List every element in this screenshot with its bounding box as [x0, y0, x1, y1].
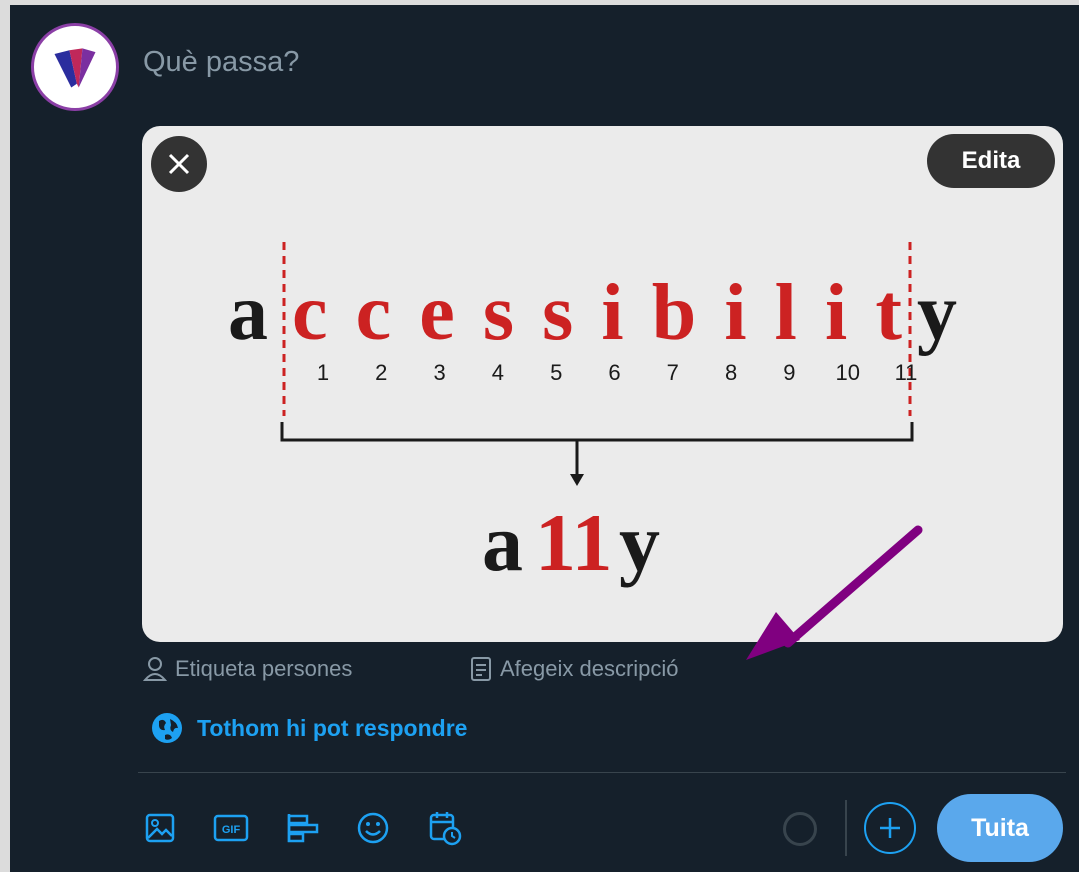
person-icon: [143, 657, 167, 681]
add-description-button[interactable]: Afegeix descripció: [470, 656, 679, 682]
tweet-button[interactable]: Tuita: [937, 794, 1063, 862]
add-poll-button[interactable]: [283, 808, 323, 848]
globe-icon: [152, 713, 182, 743]
letter-index-number: 4: [492, 360, 504, 385]
image-icon: [145, 813, 175, 843]
tag-people-label: Etiqueta persones: [175, 656, 353, 681]
emoji-icon: [357, 812, 389, 844]
add-image-button[interactable]: [140, 808, 180, 848]
letter-index-number: 1: [317, 360, 329, 385]
schedule-button[interactable]: [425, 808, 465, 848]
letter-index-number: 10: [835, 360, 859, 385]
word-last-letter: y: [917, 269, 957, 357]
media-preview: a ccessibilit y 1 2 3 4 5 6 7 8 9 10 11 a 11 y: [142, 126, 1063, 642]
document-icon: [471, 657, 491, 681]
letter-index-number: 7: [667, 360, 679, 385]
brand-logo-icon: [54, 48, 96, 88]
plus-icon: [880, 818, 900, 838]
remove-media-button[interactable]: [151, 136, 207, 192]
abbr-first-letter: a: [482, 497, 523, 588]
letter-index-number: 5: [550, 360, 562, 385]
letter-index-number: 8: [725, 360, 737, 385]
character-counter: [783, 812, 817, 846]
word-first-letter: a: [228, 269, 268, 357]
bracket: [280, 422, 914, 442]
add-gif-button[interactable]: GIF: [211, 808, 251, 848]
letter-index-number: 3: [433, 360, 445, 385]
abbr-number: 11: [535, 497, 612, 588]
toolbar-divider: [138, 772, 1066, 773]
accessibility-illustration: a ccessibilit y 1 2 3 4 5 6 7 8 9 10 11 a 11 y: [228, 242, 957, 588]
tag-people-button[interactable]: Etiqueta persones: [143, 656, 352, 682]
schedule-icon: [429, 812, 462, 846]
poll-icon: [287, 814, 319, 843]
letter-index-number: 2: [375, 360, 387, 385]
avatar[interactable]: [31, 23, 119, 111]
edit-media-button[interactable]: Edita: [927, 134, 1055, 188]
add-description-label: Afegeix descripció: [500, 656, 679, 681]
down-arrow-head: [570, 474, 584, 486]
gif-icon: GIF: [213, 814, 249, 842]
letter-index-number: 6: [608, 360, 620, 385]
close-icon: [168, 153, 190, 175]
add-tweet-button[interactable]: [864, 802, 916, 854]
letter-index-number: 9: [783, 360, 795, 385]
word-middle-letters: ccessibilit: [292, 269, 902, 357]
abbr-last-letter: y: [619, 497, 660, 588]
svg-text:GIF: GIF: [222, 824, 241, 836]
compose-input[interactable]: Què passa?: [143, 46, 299, 79]
letter-index-number: 11: [895, 360, 918, 385]
toolbar-separator: [845, 800, 847, 856]
add-emoji-button[interactable]: [353, 808, 393, 848]
reply-setting-button[interactable]: Tothom hi pot respondre: [151, 712, 467, 744]
reply-setting-label: Tothom hi pot respondre: [197, 714, 468, 741]
